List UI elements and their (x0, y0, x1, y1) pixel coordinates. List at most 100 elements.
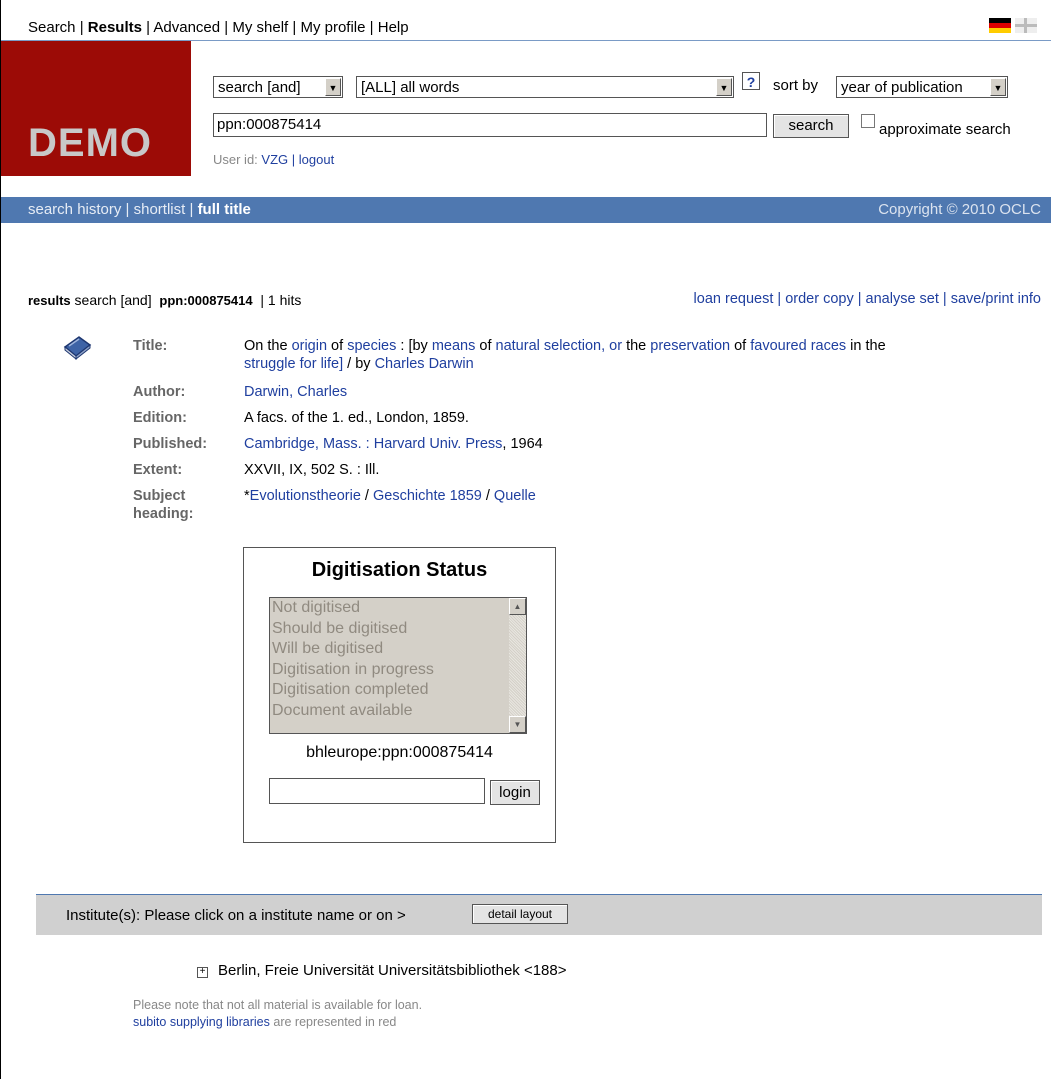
search-button[interactable]: search (773, 114, 849, 138)
publisher-link[interactable]: Cambridge, Mass. : Harvard Univ. Press (244, 436, 502, 452)
text: : [by (396, 338, 432, 354)
nav-separator: | (292, 19, 297, 36)
status-option[interactable]: Digitisation completed (270, 680, 526, 701)
nav-search[interactable]: Search (28, 19, 76, 36)
institute-name[interactable]: Berlin, Freie Universität Universitätsbi… (218, 962, 567, 979)
german-flag-icon[interactable] (989, 18, 1011, 33)
results-mode: search [and] (74, 292, 152, 308)
text: in the (846, 338, 886, 354)
status-option[interactable]: Should be digitised (270, 619, 526, 640)
nav-advanced[interactable]: Advanced (153, 19, 220, 36)
separator: | (857, 291, 866, 307)
separator: | (189, 201, 198, 218)
title-link-means[interactable]: means (432, 338, 476, 354)
scrollbar[interactable]: ▲ ▼ (509, 598, 526, 733)
title-link-struggle-for-life[interactable]: struggle for life] (244, 356, 343, 372)
title-link-natural-selection[interactable]: natural selection, or (496, 338, 623, 354)
nav-separator: | (224, 19, 229, 36)
text: are represented in red (269, 1015, 397, 1029)
scroll-down-icon[interactable]: ▼ (509, 716, 526, 733)
published-value: Cambridge, Mass. : Harvard Univ. Press, … (244, 435, 543, 453)
nav-help[interactable]: Help (378, 19, 409, 36)
title-link-species[interactable]: species (347, 338, 396, 354)
english-flag-icon[interactable] (1015, 18, 1037, 33)
search-field-value: [ALL] all words (361, 79, 460, 96)
institutes-prompt: Institute(s): Please click on a institut… (66, 907, 406, 924)
status-option[interactable]: Will be digitised (270, 639, 526, 660)
logo-text: DEMO (28, 121, 152, 165)
order-copy-link[interactable]: order copy (785, 291, 854, 307)
text: of (327, 338, 348, 354)
scroll-up-icon[interactable]: ▲ (509, 598, 526, 615)
subject-link-evolutionstheorie[interactable]: Evolutionstheorie (250, 488, 361, 504)
status-option[interactable]: Digitisation in progress (270, 660, 526, 681)
author-link[interactable]: Darwin, Charles (244, 383, 347, 401)
help-icon[interactable]: ? (742, 72, 760, 90)
text: heading: (133, 506, 194, 522)
detail-layout-button[interactable]: detail layout (472, 904, 568, 924)
title-link-favoured-races[interactable]: favoured races (750, 338, 846, 354)
results-query: ppn:000875414 (159, 293, 253, 308)
save-print-info-link[interactable]: save/print info (951, 291, 1041, 307)
nav-my-profile[interactable]: My profile (300, 19, 365, 36)
title-link-charles-darwin[interactable]: Charles Darwin (375, 356, 474, 372)
book-icon (63, 336, 92, 361)
note-line-2: subito supplying libraries are represent… (133, 1014, 422, 1031)
subject-link-geschichte[interactable]: Geschichte 1859 (373, 488, 482, 504)
sort-value: year of publication (841, 79, 963, 96)
logout-link[interactable]: logout (299, 152, 334, 167)
edition-value: A facs. of the 1. ed., London, 1859. (244, 410, 469, 426)
chevron-down-icon[interactable]: ▼ (325, 78, 341, 96)
text: / (481, 488, 494, 504)
full-title-link[interactable]: full title (198, 201, 251, 218)
nav-my-shelf[interactable]: My shelf (232, 19, 288, 36)
nav-results[interactable]: Results (88, 19, 142, 36)
digitisation-status-box: Digitisation Status Not digitised Should… (243, 547, 556, 843)
status-option[interactable]: Document available (270, 701, 526, 722)
institute-item[interactable]: + Berlin, Freie Universität Universitätsb… (197, 962, 567, 979)
title-value: On the origin of species : [by means of … (244, 337, 1034, 373)
title-link-preservation[interactable]: preservation (650, 338, 730, 354)
login-input[interactable] (269, 778, 485, 804)
separator: | (125, 201, 134, 218)
loan-request-link[interactable]: loan request (694, 291, 774, 307)
search-field-select[interactable]: [ALL] all words ▼ (356, 76, 734, 98)
status-option[interactable]: Not digitised (270, 598, 526, 619)
loan-note: Please note that not all material is ava… (133, 997, 422, 1031)
approximate-search-checkbox[interactable] (861, 114, 875, 128)
sort-select[interactable]: year of publication ▼ (836, 76, 1008, 98)
search-input[interactable]: ppn:000875414 (213, 113, 767, 137)
search-mode-select[interactable]: search [and] ▼ (213, 76, 343, 98)
published-year: , 1964 (502, 436, 543, 452)
copyright: Copyright © 2010 OCLC (878, 201, 1041, 218)
separator: | (291, 152, 296, 167)
text: of (730, 338, 751, 354)
text: Subject (133, 488, 186, 504)
extent-label: Extent: (133, 462, 183, 478)
text: of (475, 338, 496, 354)
title-link-origin[interactable]: origin (292, 338, 327, 354)
subject-heading-label: Subject heading: (133, 487, 193, 523)
digitisation-id: bhleurope:ppn:000875414 (306, 744, 493, 761)
analyse-set-link[interactable]: analyse set (866, 291, 939, 307)
extent-value: XXVII, IX, 502 S. : Ill. (244, 462, 380, 478)
login-button[interactable]: login (490, 780, 540, 805)
sub-nav-bar: search history | shortlist | full title … (1, 197, 1051, 223)
results-summary: results search [and] ppn:000875414 | 1 h… (28, 292, 301, 308)
expand-icon[interactable]: + (197, 967, 208, 978)
results-label: results (28, 293, 71, 308)
page: Search | Results | Advanced | My shelf |… (0, 0, 1051, 1079)
user-id-link[interactable]: VZG (261, 152, 288, 167)
subito-link[interactable]: subito supplying libraries (133, 1015, 270, 1029)
results-hits: | 1 hits (260, 292, 302, 308)
result-actions: loan request | order copy | analyse set … (694, 291, 1041, 307)
search-history-link[interactable]: search history (28, 201, 121, 218)
text: On the (244, 338, 292, 354)
shortlist-link[interactable]: shortlist (134, 201, 186, 218)
digitisation-status-list[interactable]: Not digitised Should be digitised Will b… (269, 597, 527, 734)
search-mode-value: search [and] (218, 79, 301, 96)
chevron-down-icon[interactable]: ▼ (990, 78, 1006, 96)
chevron-down-icon[interactable]: ▼ (716, 78, 732, 96)
subject-link-quelle[interactable]: Quelle (494, 488, 536, 504)
text: / (360, 488, 373, 504)
